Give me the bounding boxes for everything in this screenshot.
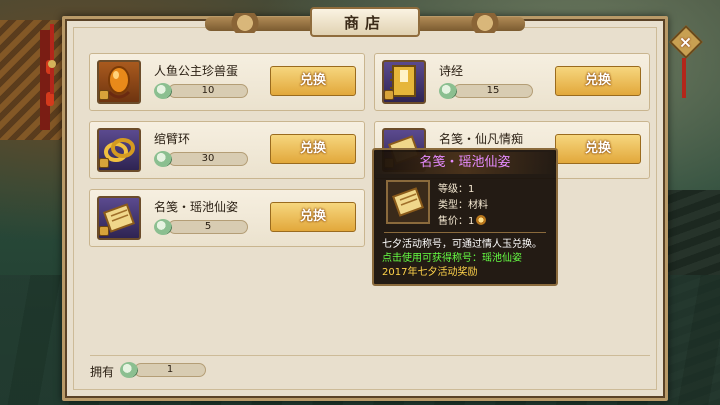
item-name: 绾臂环 <box>154 132 191 146</box>
exchange-button[interactable]: 兑换 <box>270 202 356 232</box>
cost-value: 5 <box>168 220 248 234</box>
tooltip-divider <box>384 232 546 233</box>
background-roof <box>0 20 70 140</box>
shop-title: 商店 <box>310 7 420 37</box>
dragon-ornament-icon <box>225 13 265 33</box>
lock-icon <box>99 90 109 100</box>
exchange-button[interactable]: 兑换 <box>555 66 641 96</box>
jade-token-icon <box>439 83 457 99</box>
item-cost: 5 <box>154 218 248 236</box>
tooltip-title: 名笺・瑶池仙姿 <box>374 152 556 174</box>
item-name: 人鱼公主珍兽蛋 <box>154 64 239 78</box>
tooltip-desc-line: 点击使用可获得称号：瑶池仙姿 <box>382 253 522 264</box>
tassel-right <box>682 58 686 98</box>
shop-item-card: 绾臂环 30 兑换 <box>89 121 365 179</box>
dragon-ornament-icon <box>465 13 505 33</box>
tooltip-desc-line: 七夕活动称号，可通过情人玉兑换。 <box>382 239 542 250</box>
lock-icon <box>99 226 109 236</box>
scroll-icon <box>392 187 424 217</box>
jade-token-icon <box>154 151 172 167</box>
owned-label: 拥有 <box>90 365 115 379</box>
tooltip-desc-line: 2017年七夕活动奖励 <box>382 267 478 278</box>
item-tooltip: 名笺・瑶池仙姿 等级：1 类型：材料 售价：1 七夕活动称号，可通过情人玉兑换。… <box>372 148 558 286</box>
cost-value: 10 <box>168 84 248 98</box>
owned-amount: 1 <box>120 361 206 379</box>
item-name: 名笺・仙凡情痴 <box>439 132 524 146</box>
item-name: 诗经 <box>439 64 464 78</box>
item-cost: 10 <box>154 82 248 100</box>
shop-item-card: 诗经 15 兑换 <box>374 53 650 111</box>
jade-token-icon <box>154 83 172 99</box>
exchange-button[interactable]: 兑换 <box>270 134 356 164</box>
shop-item-card: 人鱼公主珍兽蛋 10 兑换 <box>89 53 365 111</box>
jade-token-icon <box>154 219 172 235</box>
item-cost: 15 <box>439 82 533 100</box>
tooltip-type: 类型：材料 <box>438 200 488 211</box>
item-cost: 30 <box>154 150 248 168</box>
cost-value: 15 <box>453 84 533 98</box>
tooltip-price-row: 售价：1 <box>438 212 487 227</box>
exchange-button[interactable]: 兑换 <box>270 66 356 96</box>
coin-icon <box>476 215 487 225</box>
jade-token-icon <box>120 362 138 378</box>
owned-value: 1 <box>134 363 206 377</box>
lock-icon <box>99 158 109 168</box>
exchange-button[interactable]: 兑换 <box>555 134 641 164</box>
title-bar: 商店 <box>205 7 525 39</box>
tooltip-price: 售价：1 <box>438 216 475 227</box>
background-pillar <box>40 30 50 130</box>
tooltip-item-icon <box>386 180 430 224</box>
item-name: 名笺・瑶池仙姿 <box>154 200 239 214</box>
tooltip-level: 等级：1 <box>438 184 475 195</box>
tassel-left <box>50 24 54 94</box>
tooltip-description: 七夕活动称号，可通过情人玉兑换。 点击使用可获得称号：瑶池仙姿 2017年七夕活… <box>382 238 554 280</box>
close-icon: × <box>679 32 693 52</box>
owned-currency-bar: 拥有 1 <box>90 355 650 379</box>
lantern-icon <box>46 92 54 106</box>
lock-icon <box>384 90 394 100</box>
cost-value: 30 <box>168 152 248 166</box>
shop-item-card: 名笺・瑶池仙姿 5 兑换 <box>89 189 365 247</box>
tassel-bead-icon <box>48 60 56 68</box>
